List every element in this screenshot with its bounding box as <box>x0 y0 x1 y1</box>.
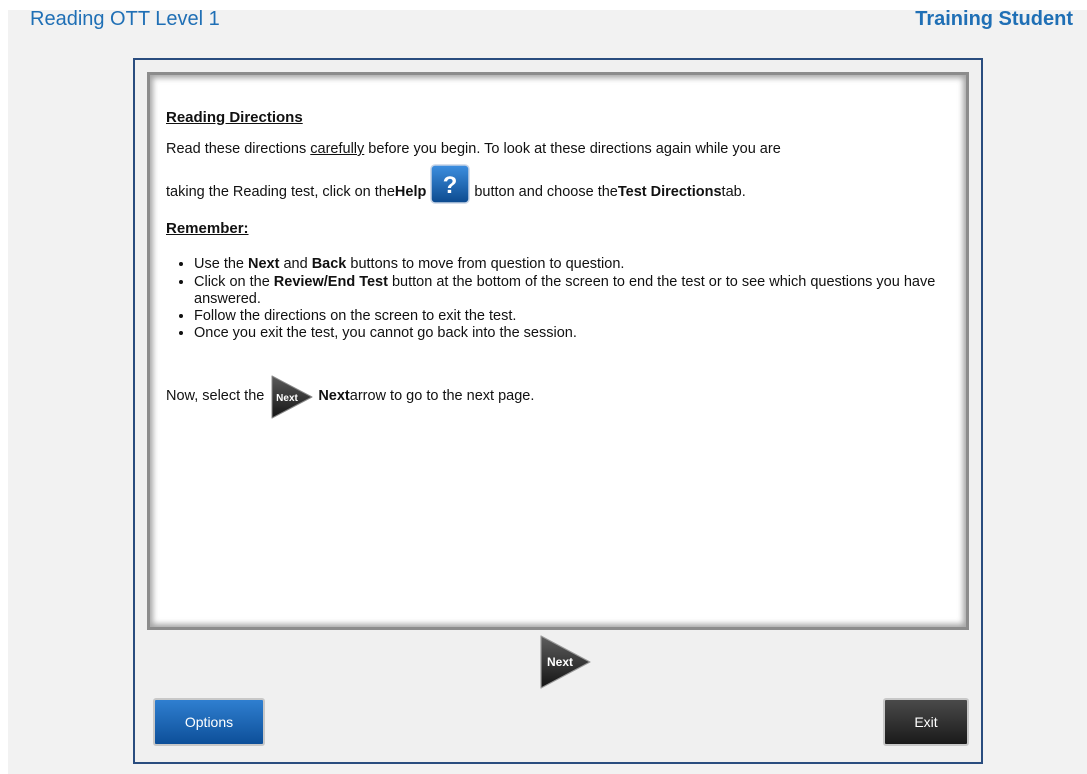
test-directions-word: Test Directions <box>617 183 722 200</box>
rule-text: and <box>279 256 312 273</box>
rule-bold: Back <box>311 256 347 273</box>
rule-bold: Review/End Test <box>273 273 388 290</box>
intro-text-after: before you begin. To look at these direc… <box>364 141 781 157</box>
rule-text: Click on the <box>194 273 274 290</box>
list-item: Click on the Review/End Test button at t… <box>194 274 956 308</box>
help-paragraph: taking the Reading test, click on the He… <box>166 164 956 212</box>
test-frame: Reading Directions Read these directions… <box>133 58 983 764</box>
directions-panel: Reading Directions Read these directions… <box>147 72 969 630</box>
rule-text: Once you exit the test, you cannot go ba… <box>194 324 577 341</box>
directions-content: Reading Directions Read these directions… <box>166 109 956 420</box>
user-name: Training Student <box>915 8 1073 30</box>
rule-text: Use the <box>194 256 248 273</box>
help-icon: ? <box>430 164 471 205</box>
list-item: Use the Next and Back buttons to move fr… <box>194 256 956 273</box>
exit-button[interactable]: Exit <box>883 698 969 746</box>
help-text-middle: button and choose the <box>474 183 618 200</box>
next-button[interactable]: Next <box>538 634 592 690</box>
help-text-after: tab. <box>721 183 746 200</box>
rules-list: Use the Next and Back buttons to move fr… <box>166 256 956 342</box>
list-item: Once you exit the test, you cannot go ba… <box>194 325 956 342</box>
help-word: Help <box>394 183 427 200</box>
rule-bold: Next <box>248 256 280 273</box>
intro-text-before: Read these directions <box>166 141 311 157</box>
rule-text: buttons to move from question to questio… <box>346 256 625 273</box>
options-button[interactable]: Options <box>153 698 265 746</box>
next-button-label: Next <box>547 655 573 669</box>
next-paragraph: Now, select the Next Next arrow to go to… <box>166 374 956 420</box>
intro-paragraph: Read these directions carefully before y… <box>166 141 956 158</box>
next-text-before: Now, select the <box>166 388 265 405</box>
next-text-after: arrow to go to the next page. <box>349 388 535 405</box>
remember-heading: Remember: <box>166 220 249 238</box>
next-word: Next <box>318 388 350 405</box>
help-icon-glyph: ? <box>443 172 458 199</box>
inline-next-label: Next <box>276 393 298 404</box>
directions-heading: Reading Directions <box>166 109 303 126</box>
list-item: Follow the directions on the screen to e… <box>194 308 956 325</box>
intro-emphasis: carefully <box>310 141 365 157</box>
app-title: Reading OTT Level 1 <box>30 8 220 30</box>
rule-text: Follow the directions on the screen to e… <box>194 307 517 324</box>
next-arrow-icon: Next <box>268 374 314 420</box>
help-text-before: taking the Reading test, click on the <box>166 183 395 200</box>
